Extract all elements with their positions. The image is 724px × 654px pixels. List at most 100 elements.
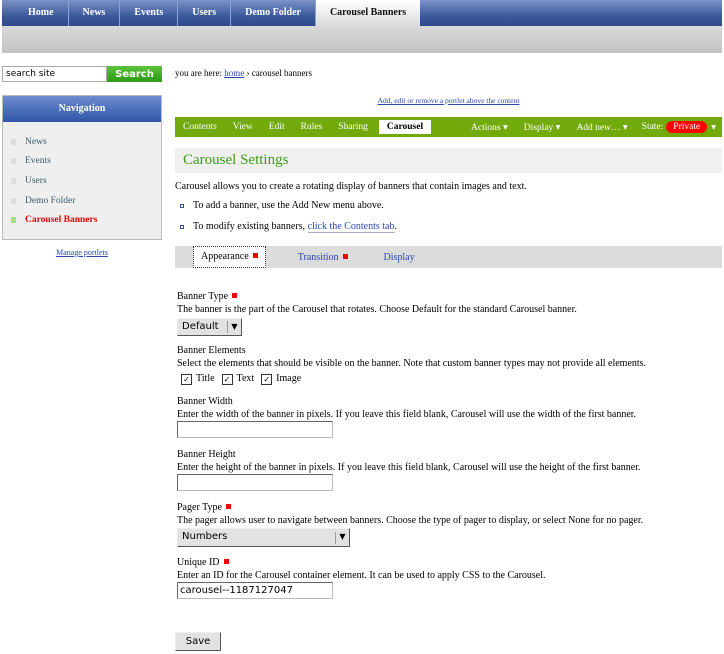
tab-contents[interactable]: Contents bbox=[175, 122, 225, 132]
nav-tab-news[interactable]: News bbox=[69, 0, 121, 26]
intro-text: Carousel allows you to create a rotating… bbox=[175, 181, 527, 192]
text-checkbox[interactable]: ✓ bbox=[221, 373, 233, 385]
nav-tab-demo-folder[interactable]: Demo Folder bbox=[231, 0, 316, 26]
sidebar-item-demo-folder[interactable]: Demo Folder bbox=[11, 191, 161, 211]
field-label: Banner Type bbox=[177, 291, 229, 302]
add-new-menu[interactable]: Add new… ▾ bbox=[568, 122, 635, 133]
tab-edit[interactable]: Edit bbox=[261, 122, 293, 132]
search-button[interactable]: Search bbox=[107, 66, 162, 82]
banner-type-select[interactable]: Default ▼ bbox=[177, 318, 242, 336]
page-title: Carousel Settings bbox=[175, 148, 722, 173]
image-checkbox[interactable]: ✓ bbox=[261, 373, 273, 385]
field-label: Unique ID bbox=[177, 557, 220, 568]
add-portlet-link[interactable]: Add, edit or remove a portlet above the … bbox=[378, 96, 520, 105]
sidebar-item-label: Users bbox=[25, 175, 47, 186]
pager-type-field: Pager Type The pager allows user to navi… bbox=[177, 502, 643, 547]
tab-carousel[interactable]: Carousel bbox=[378, 120, 432, 134]
unique-id-input[interactable] bbox=[177, 582, 333, 599]
sidebar-item-label: Demo Folder bbox=[25, 195, 76, 206]
contents-tab-link[interactable]: click the Contents tab bbox=[307, 221, 395, 233]
required-icon bbox=[232, 293, 238, 298]
field-description: Enter an ID for the Carousel container e… bbox=[177, 569, 546, 581]
sidebar-item-users[interactable]: Users bbox=[11, 171, 161, 191]
search-form: Search bbox=[2, 66, 162, 82]
bullet-icon bbox=[11, 158, 16, 165]
tab-label: Transition bbox=[297, 251, 339, 263]
tab-rules[interactable]: Rules bbox=[293, 122, 331, 132]
chevron-down-icon: ▼ bbox=[335, 531, 349, 544]
field-description: Enter the width of the banner in pixels.… bbox=[177, 408, 637, 420]
tab-sharing[interactable]: Sharing bbox=[330, 122, 376, 132]
manage-portlets: Manage portlets bbox=[2, 248, 162, 257]
bullet-icon bbox=[11, 217, 16, 224]
nav-tab-users[interactable]: Users bbox=[178, 0, 232, 26]
field-description: Enter the height of the banner in pixels… bbox=[177, 461, 641, 473]
navigation-title: Navigation bbox=[3, 96, 161, 122]
display-menu[interactable]: Display ▾ bbox=[516, 122, 569, 133]
field-label: Banner Elements bbox=[177, 345, 246, 356]
sidebar-item-label: News bbox=[25, 136, 47, 147]
checkbox-label: Text bbox=[236, 373, 255, 384]
form-tabs: Appearance Transition Display bbox=[175, 246, 722, 268]
add-portlet-row: Add, edit or remove a portlet above the … bbox=[175, 96, 722, 105]
sidebar-item-news[interactable]: News bbox=[11, 132, 161, 152]
tab-appearance[interactable]: Appearance bbox=[193, 246, 266, 268]
breadcrumb-prefix: you are here: bbox=[175, 68, 225, 78]
save-button[interactable]: Save bbox=[175, 632, 221, 651]
pager-type-select[interactable]: Numbers ▼ bbox=[177, 528, 350, 547]
breadcrumb-separator: › bbox=[244, 68, 252, 78]
required-icon bbox=[223, 559, 229, 564]
nav-tab-carousel-banners[interactable]: Carousel Banners bbox=[315, 0, 421, 26]
list-item-text: To modify existing banners, bbox=[193, 221, 308, 232]
select-value: Default bbox=[182, 320, 219, 332]
sidebar-item-label: Events bbox=[25, 156, 51, 167]
tab-label: Appearance bbox=[201, 251, 249, 262]
breadcrumb: you are here: home › carousel banners bbox=[175, 68, 312, 78]
list-item: To add a banner, use the Add New menu ab… bbox=[180, 200, 397, 221]
top-navigation: Home News Events Users Demo Folder Carou… bbox=[2, 0, 722, 26]
banner-height-input[interactable] bbox=[177, 474, 333, 491]
required-icon bbox=[252, 253, 258, 258]
nav-tab-events[interactable]: Events bbox=[120, 0, 179, 26]
tab-view[interactable]: View bbox=[225, 122, 261, 132]
breadcrumb-home-link[interactable]: home bbox=[224, 68, 244, 78]
bullet-icon bbox=[11, 138, 16, 145]
field-description: Select the elements that should be visib… bbox=[177, 357, 647, 369]
banner-elements-field: Banner Elements Select the elements that… bbox=[177, 345, 646, 386]
chevron-down-icon[interactable]: ▾ bbox=[711, 122, 722, 133]
field-label: Banner Width bbox=[177, 396, 233, 407]
title-checkbox[interactable]: ✓ bbox=[181, 373, 192, 385]
sidebar-item-label: Carousel Banners bbox=[25, 215, 98, 226]
sidebar-item-carousel-banners[interactable]: Carousel Banners bbox=[11, 210, 161, 230]
banner-height-field: Banner Height Enter the height of the ba… bbox=[177, 449, 641, 491]
list-item: To modify existing banners, click the Co… bbox=[180, 221, 397, 242]
actions-menu[interactable]: Actions ▾ bbox=[463, 122, 516, 133]
unique-id-field: Unique ID Enter an ID for the Carousel c… bbox=[177, 557, 546, 599]
nav-tab-home[interactable]: Home bbox=[2, 0, 69, 26]
list-item-text: . bbox=[394, 221, 398, 232]
chevron-down-icon: ▼ bbox=[227, 321, 241, 333]
list-item-text: To add a banner, use the Add New menu ab… bbox=[193, 200, 384, 211]
bullet-icon bbox=[11, 197, 16, 204]
field-description: The banner is the part of the Carousel t… bbox=[177, 303, 577, 315]
banner-type-field: Banner Type The banner is the part of th… bbox=[177, 291, 577, 336]
required-icon bbox=[342, 253, 348, 259]
search-input[interactable] bbox=[2, 66, 107, 82]
tab-transition[interactable]: Transition bbox=[298, 252, 348, 263]
breadcrumb-current: carousel banners bbox=[251, 68, 312, 78]
manage-portlets-link[interactable]: Manage portlets bbox=[56, 248, 108, 257]
edit-toolbar: Contents View Edit Rules Sharing Carouse… bbox=[175, 117, 722, 137]
bullet-icon bbox=[180, 204, 184, 208]
sidebar-item-events[interactable]: Events bbox=[11, 152, 161, 172]
header-band bbox=[2, 26, 722, 53]
navigation-portlet: Navigation News Events Users Demo Folder… bbox=[2, 95, 162, 240]
checkbox-label: Title bbox=[196, 373, 215, 384]
banner-width-field: Banner Width Enter the width of the bann… bbox=[177, 396, 636, 438]
tab-display[interactable]: Display bbox=[384, 252, 415, 263]
field-label: Banner Height bbox=[177, 449, 236, 460]
banner-width-input[interactable] bbox=[177, 421, 333, 438]
bullet-icon bbox=[180, 225, 184, 229]
state-badge[interactable]: Private bbox=[666, 121, 708, 133]
instructions-list: To add a banner, use the Add New menu ab… bbox=[180, 200, 397, 242]
select-value: Numbers bbox=[182, 531, 228, 543]
